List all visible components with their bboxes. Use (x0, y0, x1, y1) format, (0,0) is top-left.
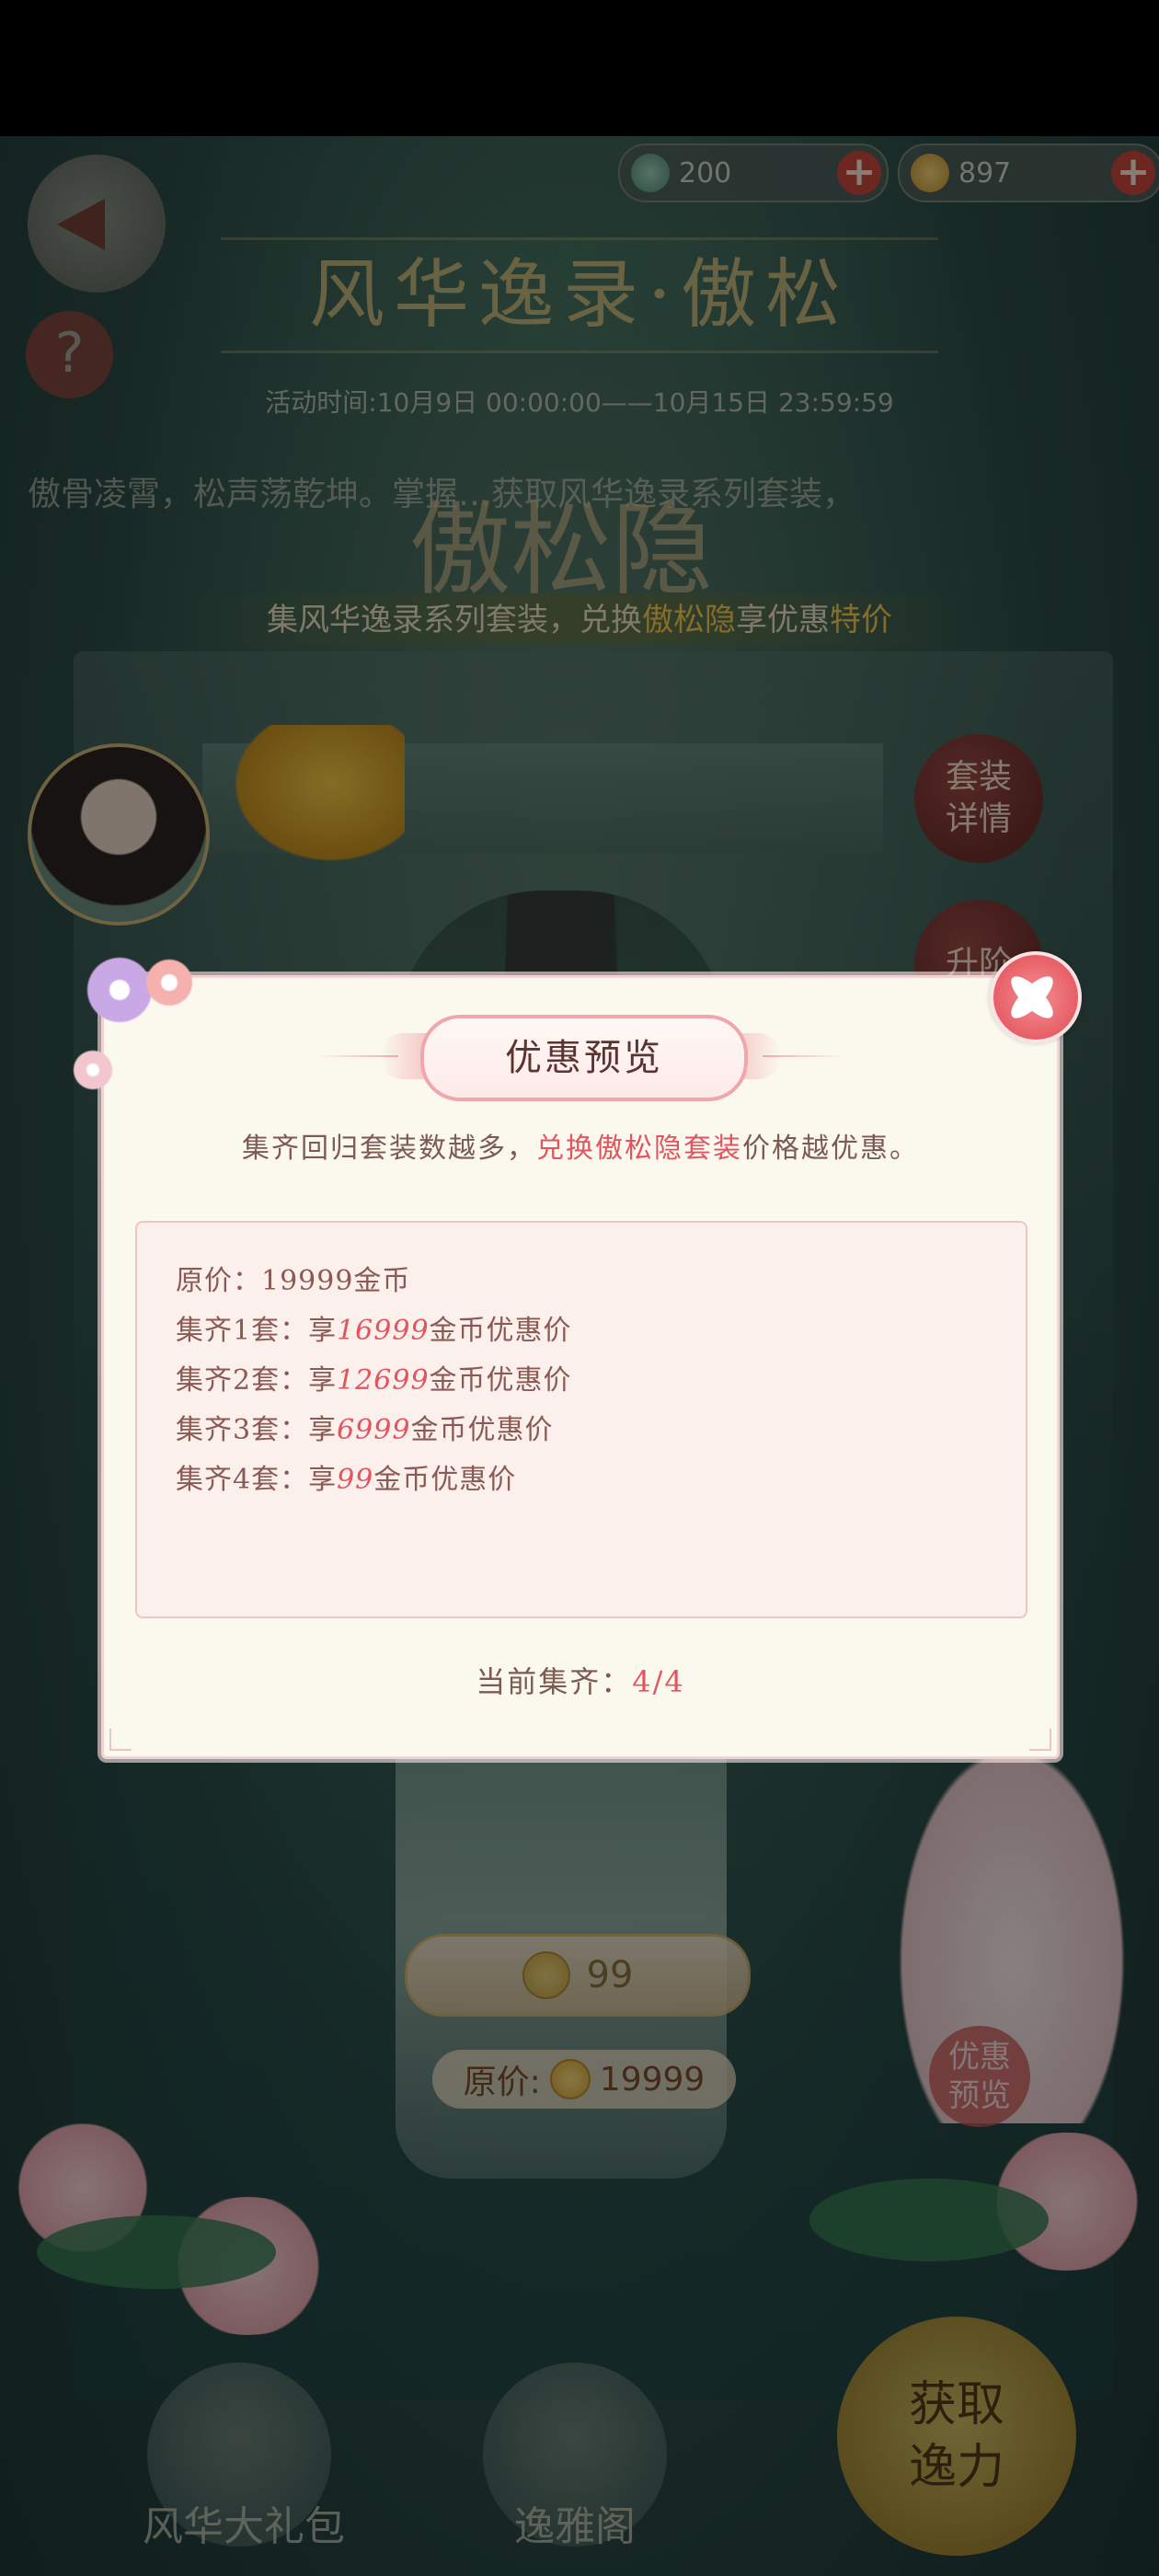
status-value: 4/4 (632, 1664, 685, 1699)
row-value: 6999 (337, 1414, 411, 1446)
row-value: 19999金币 (261, 1265, 411, 1297)
row-value: 99 (337, 1464, 374, 1496)
list-item: 集齐3套：享6999金币优惠价 (176, 1407, 553, 1447)
desc-text: 价格越优惠。 (742, 1133, 919, 1165)
dialog-description: 集齐回归套装数越多，兑换傲松隐套装价格越优惠。 (104, 1125, 1057, 1166)
row-suffix: 金币优惠价 (429, 1315, 572, 1347)
row-label: 原价： (176, 1265, 261, 1297)
price-tier-list: 原价：19999金币 集齐1套：享16999金币优惠价 集齐2套：享12699金… (135, 1221, 1027, 1618)
collection-status: 当前集齐：4/4 (104, 1659, 1057, 1701)
row-label: 集齐2套：享 (176, 1364, 338, 1397)
promo-preview-dialog: 优惠预览 集齐回归套装数越多，兑换傲松隐套装价格越优惠。 原价：19999金币 … (101, 975, 1060, 1759)
row-suffix: 金币优惠价 (373, 1464, 517, 1496)
status-label: 当前集齐： (476, 1664, 633, 1699)
list-item: 集齐1套：享16999金币优惠价 (176, 1307, 572, 1348)
row-label: 集齐3套：享 (176, 1414, 338, 1446)
corner-ornament (109, 1729, 132, 1751)
row-label: 集齐1套：享 (176, 1315, 338, 1347)
close-button[interactable] (990, 951, 1082, 1043)
flower-decoration (143, 957, 195, 1008)
flower-decoration (72, 1049, 114, 1091)
row-label: 集齐4套：享 (176, 1464, 338, 1496)
row-value: 16999 (337, 1315, 430, 1347)
desc-text: 集齐回归套装数越多， (242, 1133, 536, 1165)
row-suffix: 金币优惠价 (410, 1414, 554, 1446)
corner-ornament (1029, 1729, 1051, 1751)
row-value: 12699 (337, 1364, 430, 1397)
dialog-title: 优惠预览 (420, 1015, 748, 1101)
list-item: 集齐2套：享12699金币优惠价 (176, 1357, 572, 1397)
list-item: 集齐4套：享99金币优惠价 (176, 1456, 516, 1497)
close-icon (993, 955, 1078, 1040)
row-suffix: 金币优惠价 (429, 1364, 572, 1397)
desc-highlight: 兑换傲松隐套装 (536, 1133, 742, 1165)
dialog-title-wrap: 优惠预览 (380, 1015, 781, 1101)
list-item: 原价：19999金币 (176, 1258, 410, 1298)
